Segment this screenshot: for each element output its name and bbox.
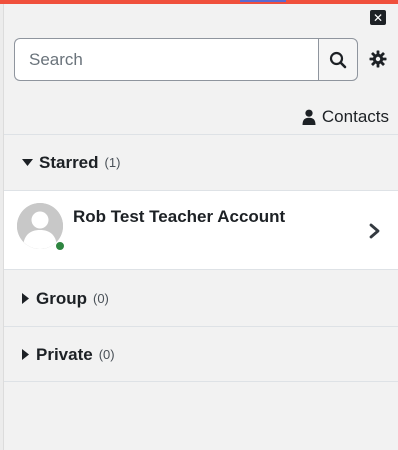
divider bbox=[4, 381, 398, 382]
section-count: (0) bbox=[98, 347, 115, 362]
chevron-right-icon[interactable] bbox=[368, 223, 382, 239]
section-count: (1) bbox=[104, 155, 121, 170]
close-icon: ✕ bbox=[372, 10, 384, 25]
top-accent-bar bbox=[0, 0, 398, 4]
section-count: (0) bbox=[93, 291, 109, 306]
online-status-indicator bbox=[55, 241, 65, 251]
gear-icon bbox=[369, 50, 387, 68]
caret-down-icon bbox=[22, 158, 33, 167]
search-button[interactable] bbox=[318, 38, 358, 81]
section-group-header[interactable]: Group (0) bbox=[4, 271, 398, 326]
contact-row[interactable]: Rob Test Teacher Account bbox=[4, 190, 398, 270]
section-private-header[interactable]: Private (0) bbox=[4, 327, 398, 382]
settings-button[interactable] bbox=[368, 49, 388, 69]
contact-name: Rob Test Teacher Account bbox=[73, 207, 286, 226]
search-group bbox=[14, 38, 358, 81]
active-tab-indicator bbox=[240, 0, 286, 2]
user-icon bbox=[302, 109, 316, 125]
section-label: Private bbox=[36, 344, 93, 364]
section-starred-header[interactable]: Starred (1) bbox=[4, 135, 398, 190]
section-label: Group bbox=[36, 288, 87, 308]
search-icon bbox=[329, 51, 347, 68]
caret-right-icon bbox=[22, 349, 30, 360]
contacts-label: Contacts bbox=[321, 107, 389, 126]
caret-right-icon bbox=[22, 293, 30, 304]
contacts-link[interactable]: Contacts bbox=[302, 106, 389, 128]
section-label: Starred bbox=[39, 152, 99, 172]
search-input[interactable] bbox=[14, 38, 318, 81]
close-drawer-button[interactable]: ✕ bbox=[370, 10, 386, 25]
